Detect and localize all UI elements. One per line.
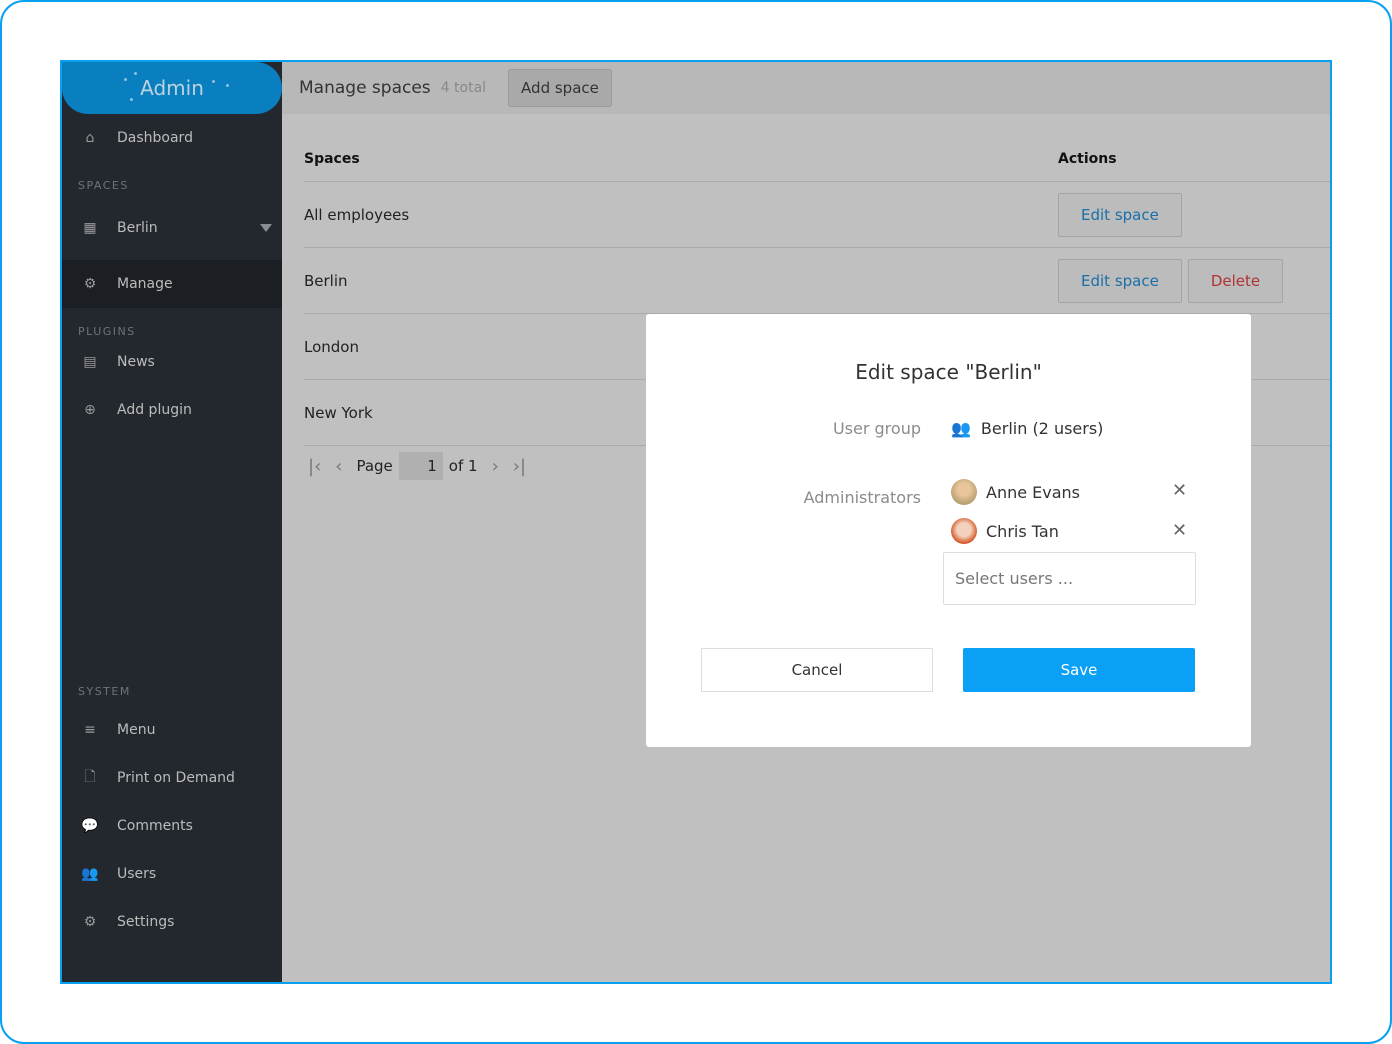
page-of: of 1: [448, 457, 478, 475]
sidebar-item-label: Dashboard: [117, 130, 193, 146]
users-icon: 👥: [81, 866, 99, 882]
user-group-value: 👥 Berlin (2 users): [951, 419, 1103, 438]
sidebar-item-comments[interactable]: 💬 Comments: [62, 802, 282, 850]
admin-item: Anne Evans: [951, 479, 1080, 505]
admin-item: Chris Tan: [951, 518, 1059, 544]
cancel-button[interactable]: Cancel: [701, 648, 933, 692]
sidebar-item-dashboard[interactable]: ⌂ Dashboard: [62, 114, 282, 162]
section-plugins: PLUGINS: [78, 325, 136, 338]
space-name: All employees: [304, 205, 410, 224]
table-header: Spaces Actions: [304, 136, 1330, 182]
remove-admin-icon[interactable]: ✕: [1172, 520, 1187, 541]
column-spaces: Spaces: [304, 150, 360, 167]
plus-circle-icon: ⊕: [84, 402, 96, 418]
dialog-title: Edit space "Berlin": [855, 360, 1042, 384]
comments-icon: 💬: [81, 818, 99, 834]
edit-space-dialog: Edit space "Berlin" User group 👥 Berlin (…: [646, 314, 1251, 747]
next-page-icon[interactable]: ›: [492, 456, 499, 477]
sidebar-item-label: Menu: [117, 722, 156, 738]
prev-page-icon[interactable]: ‹: [335, 456, 342, 477]
page-input[interactable]: 1: [398, 452, 443, 480]
admin-name: Anne Evans: [986, 482, 1081, 502]
sidebar-item-add-plugin[interactable]: ⊕ Add plugin: [62, 386, 282, 434]
edit-space-button[interactable]: Edit space: [1058, 192, 1182, 237]
table-row: Berlin Edit space Delete: [304, 248, 1330, 314]
sidebar-item-label: Add plugin: [117, 402, 192, 418]
sidebar-item-berlin[interactable]: ▦ Berlin: [62, 204, 282, 252]
page-header: Manage spaces 4 total Add space: [282, 62, 1330, 114]
menu-icon: ≡: [84, 722, 96, 738]
sidebar-item-users[interactable]: 👥 Users: [62, 850, 282, 898]
add-space-button[interactable]: Add space: [508, 69, 612, 107]
table-row: All employees Edit space: [304, 182, 1330, 248]
gear-icon: ⚙: [83, 914, 97, 930]
sidebar: Admin ⌂ Dashboard SPACES ▦ Berlin ⚙ Manage …: [62, 62, 282, 982]
home-icon: ⌂: [85, 130, 95, 146]
sidebar-item-label: Settings: [117, 914, 175, 930]
caret-down-icon[interactable]: [260, 224, 272, 232]
space-name: Berlin: [304, 271, 348, 290]
sidebar-item-label: Manage: [117, 276, 173, 292]
space-name: New York: [304, 403, 373, 422]
total-count: 4 total: [440, 80, 487, 96]
sidebar-item-manage[interactable]: ⚙ Manage: [62, 260, 282, 308]
select-users-input[interactable]: Select users ...: [943, 552, 1196, 605]
section-system: SYSTEM: [78, 685, 131, 698]
user-group-label: User group: [832, 419, 921, 438]
sidebar-item-label: Print on Demand: [117, 770, 235, 786]
page-title: Manage spaces: [299, 78, 431, 98]
edit-space-button[interactable]: Edit space: [1058, 258, 1182, 303]
remove-admin-icon[interactable]: ✕: [1172, 480, 1187, 501]
avatar: [951, 518, 977, 544]
logo[interactable]: Admin: [62, 62, 282, 114]
pagination: |‹ ‹ Page 1 of 1 › ›|: [308, 452, 526, 480]
document-icon: 🗋: [84, 769, 96, 785]
space-name: London: [304, 337, 359, 356]
section-spaces: SPACES: [78, 179, 129, 192]
grid-icon: ▦: [83, 220, 97, 236]
logo-text: Admin: [140, 76, 204, 100]
users-icon: 👥: [951, 419, 971, 438]
sidebar-item-settings[interactable]: ⚙ Settings: [62, 898, 282, 946]
first-page-icon[interactable]: |‹: [308, 456, 321, 477]
administrators-label: Administrators: [803, 488, 921, 507]
column-actions: Actions: [1058, 150, 1117, 167]
sidebar-item-label: Users: [117, 866, 157, 882]
user-group-text: Berlin (2 users): [980, 419, 1104, 438]
sidebar-item-label: Berlin: [117, 220, 158, 236]
delete-button[interactable]: Delete: [1187, 258, 1284, 303]
sidebar-item-news[interactable]: ▤ News: [62, 338, 282, 386]
sidebar-item-menu[interactable]: ≡ Menu: [62, 706, 282, 754]
sidebar-item-print[interactable]: 🗋 Print on Demand: [62, 754, 282, 802]
sidebar-item-label: News: [117, 354, 155, 370]
last-page-icon[interactable]: ›|: [513, 456, 526, 477]
save-button[interactable]: Save: [963, 648, 1195, 692]
gear-icon: ⚙: [83, 276, 97, 292]
avatar: [951, 479, 977, 505]
newspaper-icon: ▤: [83, 354, 97, 370]
page-label: Page: [356, 457, 393, 475]
sidebar-item-label: Comments: [117, 818, 193, 834]
admin-name: Chris Tan: [986, 521, 1059, 541]
